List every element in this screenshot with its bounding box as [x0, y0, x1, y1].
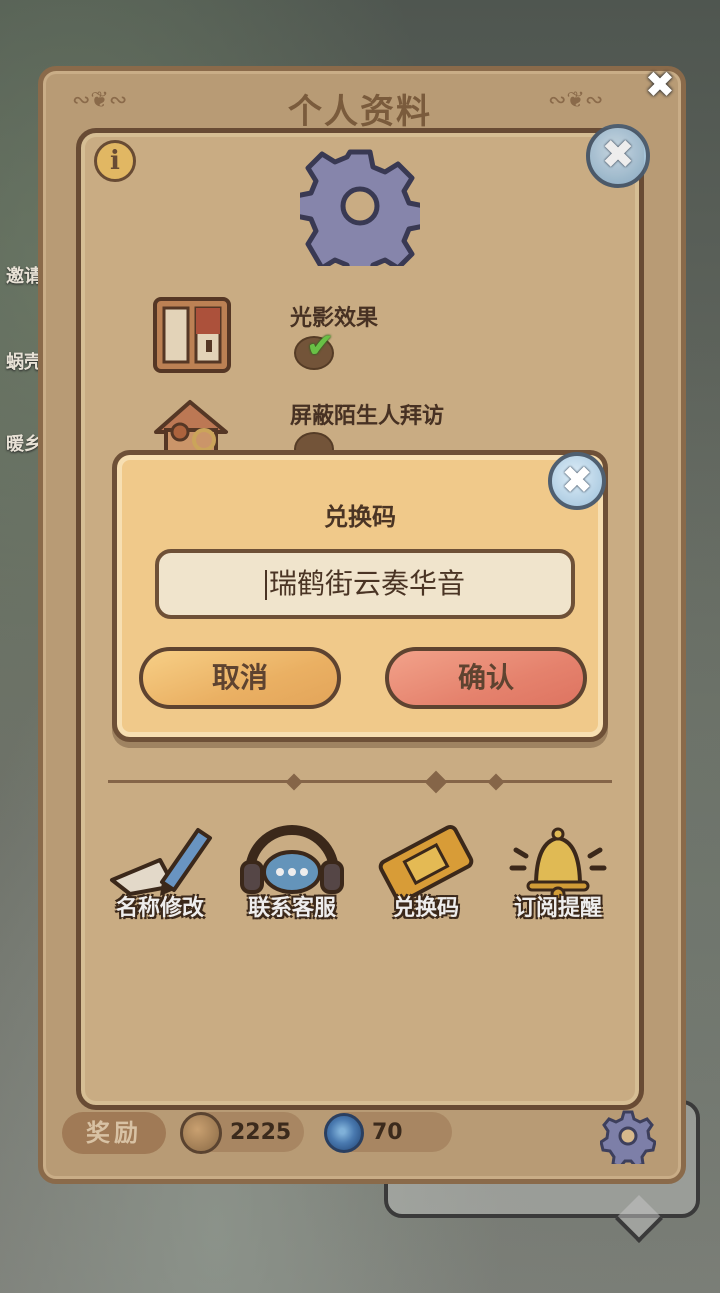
- gem-counter: 70: [324, 1112, 452, 1153]
- info-button[interactable]: i: [94, 140, 136, 182]
- section-divider: [108, 780, 612, 783]
- rename-label: 名称修改: [115, 896, 204, 921]
- window-light-icon: [153, 297, 231, 373]
- cancel-button[interactable]: 取消: [139, 647, 341, 709]
- rename-button[interactable]: 名称修改: [100, 820, 220, 940]
- subscribe-reminder-label: 订阅提醒: [513, 896, 602, 921]
- redeem-code-value: 瑞鹤街云奏华音: [268, 567, 465, 600]
- side-label-invite[interactable]: 邀请: [6, 262, 42, 288]
- swirl-gem-icon: [324, 1113, 364, 1153]
- profile-bottom-bar: 奖励 2225 70: [56, 1110, 668, 1156]
- gem-amount: 70: [372, 1120, 403, 1145]
- contact-support-button[interactable]: 联系客服: [232, 820, 352, 940]
- redeem-code-dialog: 兑换码 瑞鹤街云奏华音 取消 确认: [112, 450, 608, 742]
- coin-icon: [180, 1112, 222, 1154]
- redeem-code-label: 兑换码: [392, 896, 459, 921]
- coin-amount: 2225: [230, 1120, 292, 1145]
- reward-button[interactable]: 奖励: [62, 1112, 166, 1154]
- house-block-icon: [154, 400, 228, 452]
- coin-counter: 2225: [180, 1112, 304, 1154]
- side-label-shell[interactable]: 蜗壳: [6, 348, 42, 374]
- option-label-block-strangers: 屏蔽陌生人拜访: [290, 404, 445, 429]
- settings-gear-icon: [300, 149, 420, 266]
- redeem-code-button[interactable]: 兑换码: [366, 820, 486, 940]
- text-caret: [264, 570, 267, 600]
- profile-close-button[interactable]: ✖: [641, 68, 679, 106]
- settings-close-button[interactable]: ✖: [586, 124, 650, 188]
- redeem-code-input[interactable]: 瑞鹤街云奏华音: [155, 549, 575, 619]
- checkmark-icon: ✔: [306, 326, 335, 366]
- confirm-button[interactable]: 确认: [385, 647, 587, 709]
- side-label-warm[interactable]: 暖乡: [6, 430, 42, 456]
- contact-support-label: 联系客服: [247, 896, 336, 921]
- settings-gear-icon[interactable]: [600, 1108, 656, 1164]
- subscribe-reminder-button[interactable]: 订阅提醒: [498, 820, 618, 940]
- redeem-dialog-title: 兑换码: [324, 503, 396, 531]
- redeem-dialog-close-button[interactable]: ✖: [548, 452, 606, 510]
